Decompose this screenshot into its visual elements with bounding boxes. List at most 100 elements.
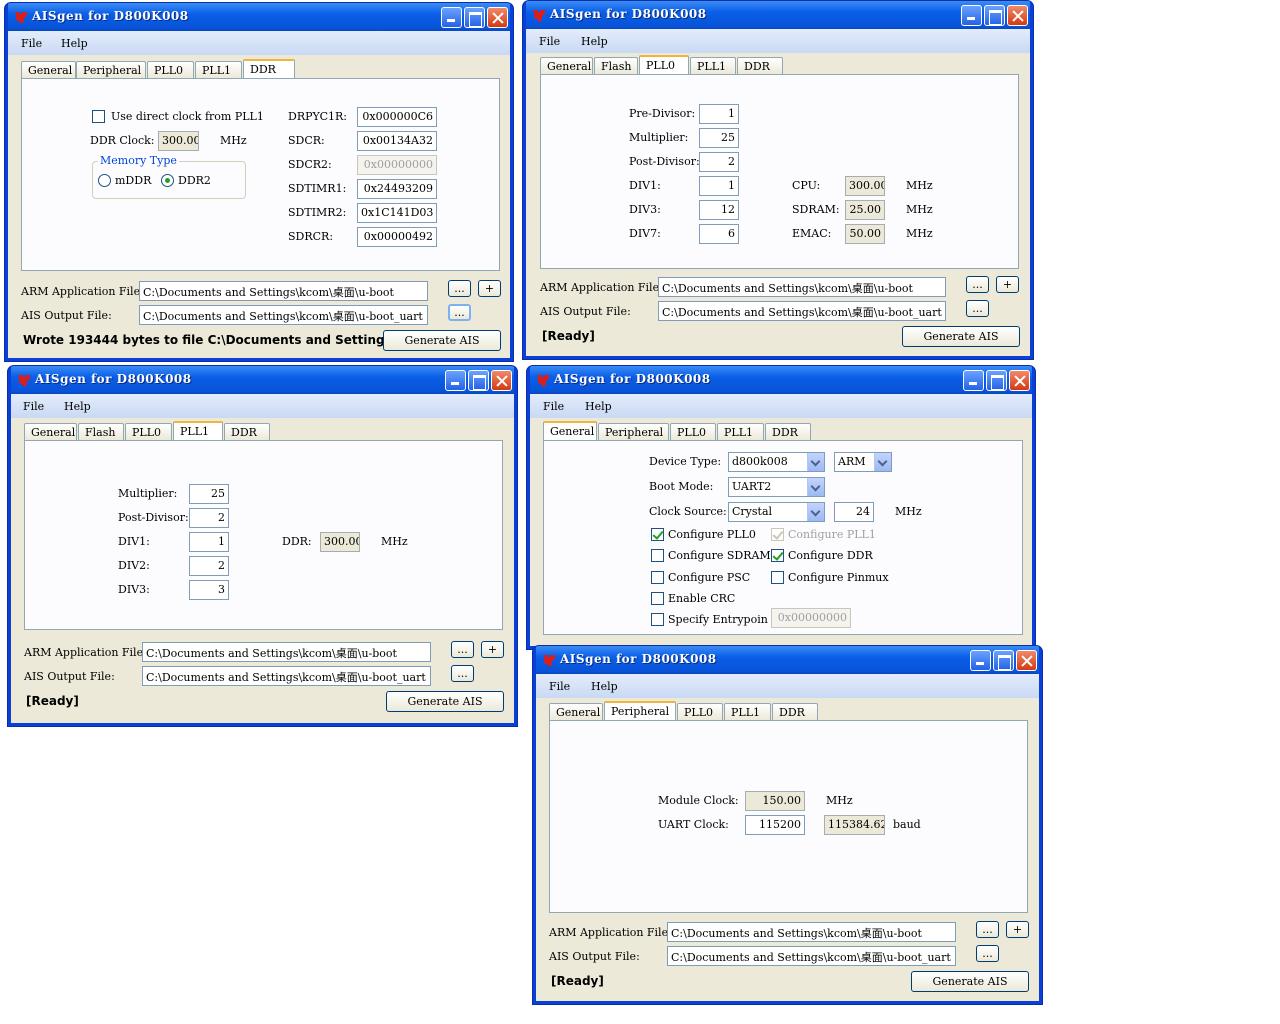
- enable-crc-checkbox[interactable]: [651, 592, 664, 605]
- arm-browse-button[interactable]: ...: [976, 921, 999, 938]
- arm-browse-button[interactable]: ...: [451, 641, 474, 658]
- configure-pinmux-checkbox[interactable]: [771, 571, 784, 584]
- post-divisor-field[interactable]: 2: [699, 152, 739, 172]
- uart-clock-field[interactable]: 115200: [745, 815, 805, 835]
- configure-psc-checkbox[interactable]: [651, 571, 664, 584]
- tab-ddr[interactable]: DDR: [243, 59, 295, 78]
- tab-pll1[interactable]: PLL1: [717, 423, 764, 440]
- ais-browse-button[interactable]: ...: [966, 300, 989, 317]
- maximize-button[interactable]: [993, 650, 1014, 671]
- arm-add-button[interactable]: +: [481, 641, 504, 658]
- tab-flash[interactable]: Flash: [594, 57, 638, 74]
- close-button[interactable]: [1007, 5, 1028, 26]
- menu-file[interactable]: File: [549, 680, 570, 693]
- minimize-button[interactable]: [963, 370, 984, 391]
- tab-peripheral[interactable]: Peripheral: [76, 61, 146, 78]
- menu-help[interactable]: Help: [591, 680, 618, 693]
- generate-ais-button[interactable]: Generate AIS: [386, 691, 504, 712]
- tab-pll1[interactable]: PLL1: [173, 421, 223, 440]
- minimize-button[interactable]: [445, 370, 466, 391]
- tab-general[interactable]: General: [540, 57, 593, 74]
- ais-browse-button[interactable]: ...: [976, 945, 999, 962]
- multiplier-field[interactable]: 25: [189, 484, 229, 504]
- ais-output-file-field[interactable]: C:\Documents and Settings\kcom\桌面\u-boot…: [139, 305, 428, 325]
- ais-output-file-field[interactable]: C:\Documents and Settings\kcom\桌面\u-boot…: [142, 666, 431, 686]
- div2-field[interactable]: 2: [189, 556, 229, 576]
- title-bar[interactable]: AISgen for D800K008: [8, 3, 510, 31]
- minimize-button[interactable]: [441, 7, 462, 28]
- tab-pll1[interactable]: PLL1: [724, 703, 771, 720]
- core-select[interactable]: ARM: [834, 452, 892, 472]
- ais-output-file-field[interactable]: C:\Documents and Settings\kcom\桌面\u-boot…: [658, 301, 946, 321]
- tab-peripheral[interactable]: Peripheral: [598, 423, 669, 440]
- reg-field-sdcr[interactable]: 0x00134A32: [357, 131, 437, 151]
- title-bar[interactable]: AISgen for D800K008: [530, 366, 1032, 394]
- tab-pll1[interactable]: PLL1: [195, 61, 242, 78]
- close-button[interactable]: [1016, 650, 1037, 671]
- menu-help[interactable]: Help: [61, 37, 88, 50]
- arm-add-button[interactable]: +: [1006, 921, 1029, 938]
- arm-app-file-field[interactable]: C:\Documents and Settings\kcom\桌面\u-boot: [658, 277, 946, 297]
- tab-pll0[interactable]: PLL0: [670, 423, 716, 440]
- title-bar[interactable]: AISgen for D800K008: [526, 1, 1030, 29]
- tab-ddr[interactable]: DDR: [224, 423, 270, 440]
- reg-field-drpyc1r[interactable]: 0x000000C6: [357, 107, 437, 127]
- maximize-button[interactable]: [986, 370, 1007, 391]
- div3-field[interactable]: 12: [699, 200, 739, 220]
- close-button[interactable]: [1009, 370, 1030, 391]
- menu-file[interactable]: File: [21, 37, 42, 50]
- tab-ddr[interactable]: DDR: [772, 703, 818, 720]
- menu-help[interactable]: Help: [64, 400, 91, 413]
- maximize-button[interactable]: [464, 7, 485, 28]
- div3-field[interactable]: 3: [189, 580, 229, 600]
- arm-add-button[interactable]: +: [996, 276, 1019, 293]
- ais-browse-button[interactable]: ...: [448, 304, 471, 321]
- minimize-button[interactable]: [961, 5, 982, 26]
- div7-field[interactable]: 6: [699, 224, 739, 244]
- reg-field-sdtimr1[interactable]: 0x24493209: [357, 179, 437, 199]
- maximize-button[interactable]: [984, 5, 1005, 26]
- configure-sdram-checkbox[interactable]: [651, 549, 664, 562]
- close-button[interactable]: [491, 370, 512, 391]
- ais-browse-button[interactable]: ...: [451, 665, 474, 682]
- tab-general[interactable]: General: [24, 423, 77, 440]
- tab-general[interactable]: General: [543, 421, 597, 440]
- configure-ddr-checkbox[interactable]: [771, 549, 784, 562]
- tab-peripheral[interactable]: Peripheral: [604, 701, 676, 720]
- reg-field-sdtimr2[interactable]: 0x1C141D03: [357, 203, 437, 223]
- configure-pll0-checkbox[interactable]: [651, 528, 664, 541]
- mddr-radio[interactable]: [98, 174, 111, 187]
- generate-ais-button[interactable]: Generate AIS: [383, 330, 501, 351]
- generate-ais-button[interactable]: Generate AIS: [911, 971, 1029, 992]
- tab-flash[interactable]: Flash: [78, 423, 124, 440]
- tab-general[interactable]: General: [549, 703, 603, 720]
- clock-freq-field[interactable]: 24: [834, 502, 874, 522]
- menu-help[interactable]: Help: [581, 35, 608, 48]
- menu-file[interactable]: File: [23, 400, 44, 413]
- ddr2-radio[interactable]: [161, 174, 174, 187]
- multiplier-field[interactable]: 25: [699, 128, 739, 148]
- menu-help[interactable]: Help: [585, 400, 612, 413]
- arm-add-button[interactable]: +: [478, 280, 501, 297]
- ais-output-file-field[interactable]: C:\Documents and Settings\kcom\桌面\u-boot…: [667, 946, 956, 966]
- tab-ddr[interactable]: DDR: [737, 57, 783, 74]
- tab-pll0[interactable]: PLL0: [125, 423, 172, 440]
- tab-pll0[interactable]: PLL0: [147, 61, 194, 78]
- tab-ddr[interactable]: DDR: [765, 423, 811, 440]
- close-button[interactable]: [487, 7, 508, 28]
- tab-pll0[interactable]: PLL0: [677, 703, 723, 720]
- arm-app-file-field[interactable]: C:\Documents and Settings\kcom\桌面\u-boot: [667, 922, 956, 942]
- arm-browse-button[interactable]: ...: [448, 280, 471, 297]
- boot-mode-select[interactable]: UART2: [728, 477, 825, 497]
- minimize-button[interactable]: [970, 650, 991, 671]
- arm-browse-button[interactable]: ...: [966, 276, 989, 293]
- tab-pll1[interactable]: PLL1: [690, 57, 736, 74]
- clock-source-select[interactable]: Crystal: [728, 502, 825, 522]
- arm-app-file-field[interactable]: C:\Documents and Settings\kcom\桌面\u-boot: [142, 642, 431, 662]
- title-bar[interactable]: AISgen for D800K008: [11, 366, 514, 394]
- pre-divisor-field[interactable]: 1: [699, 104, 739, 124]
- tab-pll0[interactable]: PLL0: [639, 55, 689, 74]
- generate-ais-button[interactable]: Generate AIS: [902, 326, 1020, 347]
- post-divisor-field[interactable]: 2: [189, 508, 229, 528]
- div1-field[interactable]: 1: [699, 176, 739, 196]
